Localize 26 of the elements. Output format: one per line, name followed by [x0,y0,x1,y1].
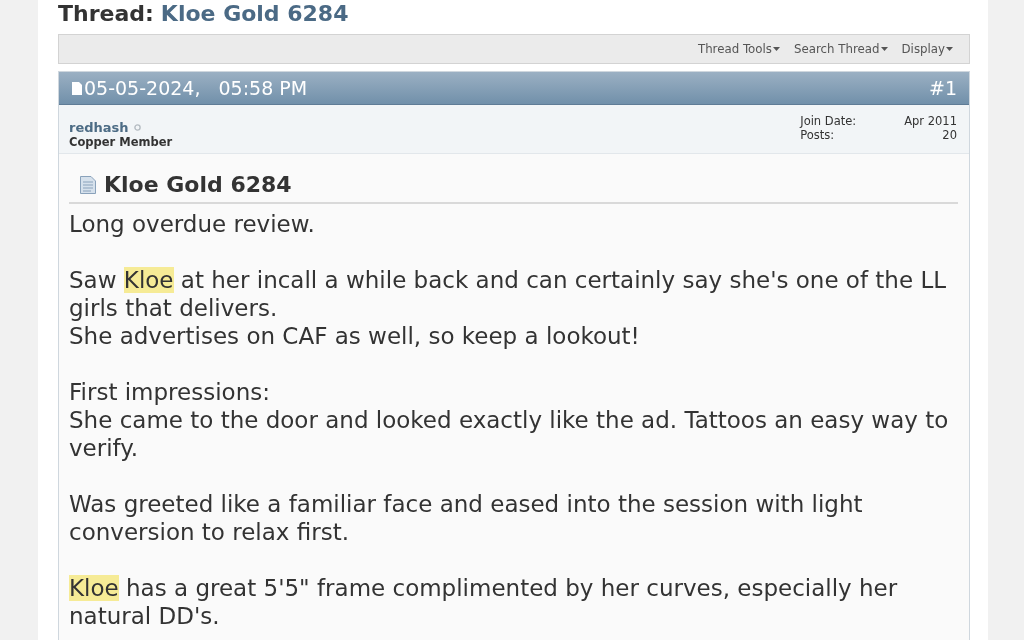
caret-icon [880,47,888,51]
message-text: First impressions: [69,378,271,406]
caret-icon [773,47,780,51]
stat-label: Join Date: [800,114,857,128]
message-text: Saw Kloe at her incall a while back and can certainly say she's one of the LL girls that delivers. [69,266,948,322]
page-icon [72,81,82,95]
stat-value: Apr 2011 [904,114,957,128]
toolbar-menu[interactable]: Search Thread [794,42,888,56]
document-icon [80,176,96,194]
post-time: 05:58 PM [218,77,308,99]
stat-value: 20 [941,128,957,142]
thread-title: Kloe Gold 6284 [160,0,349,28]
message-text: She came to the door and looked exactly like the ad. Tattoos an easy way to verify. [69,406,950,462]
message-text: Kloe has a great 5'5" frame complimented by her curves, especially her natural DD's. [69,574,899,630]
toolbar-menu[interactable]: Display [901,42,953,56]
user-rank: Copper Member [69,135,173,149]
stat-label: Posts: [800,128,836,142]
thread-label: Thread: [58,0,154,28]
message-text: Long overdue review. [69,210,316,238]
message-text: Was greeted like a familiar face and eased into the session with light conversion to relax first. [69,490,864,546]
post-date: 05-05-2024, [84,77,201,99]
post-title: Kloe Gold 6284 [104,171,292,199]
username-link[interactable]: redhash [69,120,129,135]
message-text: She advertises on CAF as well, so keep a lookout! [69,322,641,350]
toolbar-menu[interactable]: Thread Tools [697,42,780,56]
caret-icon [946,47,953,51]
